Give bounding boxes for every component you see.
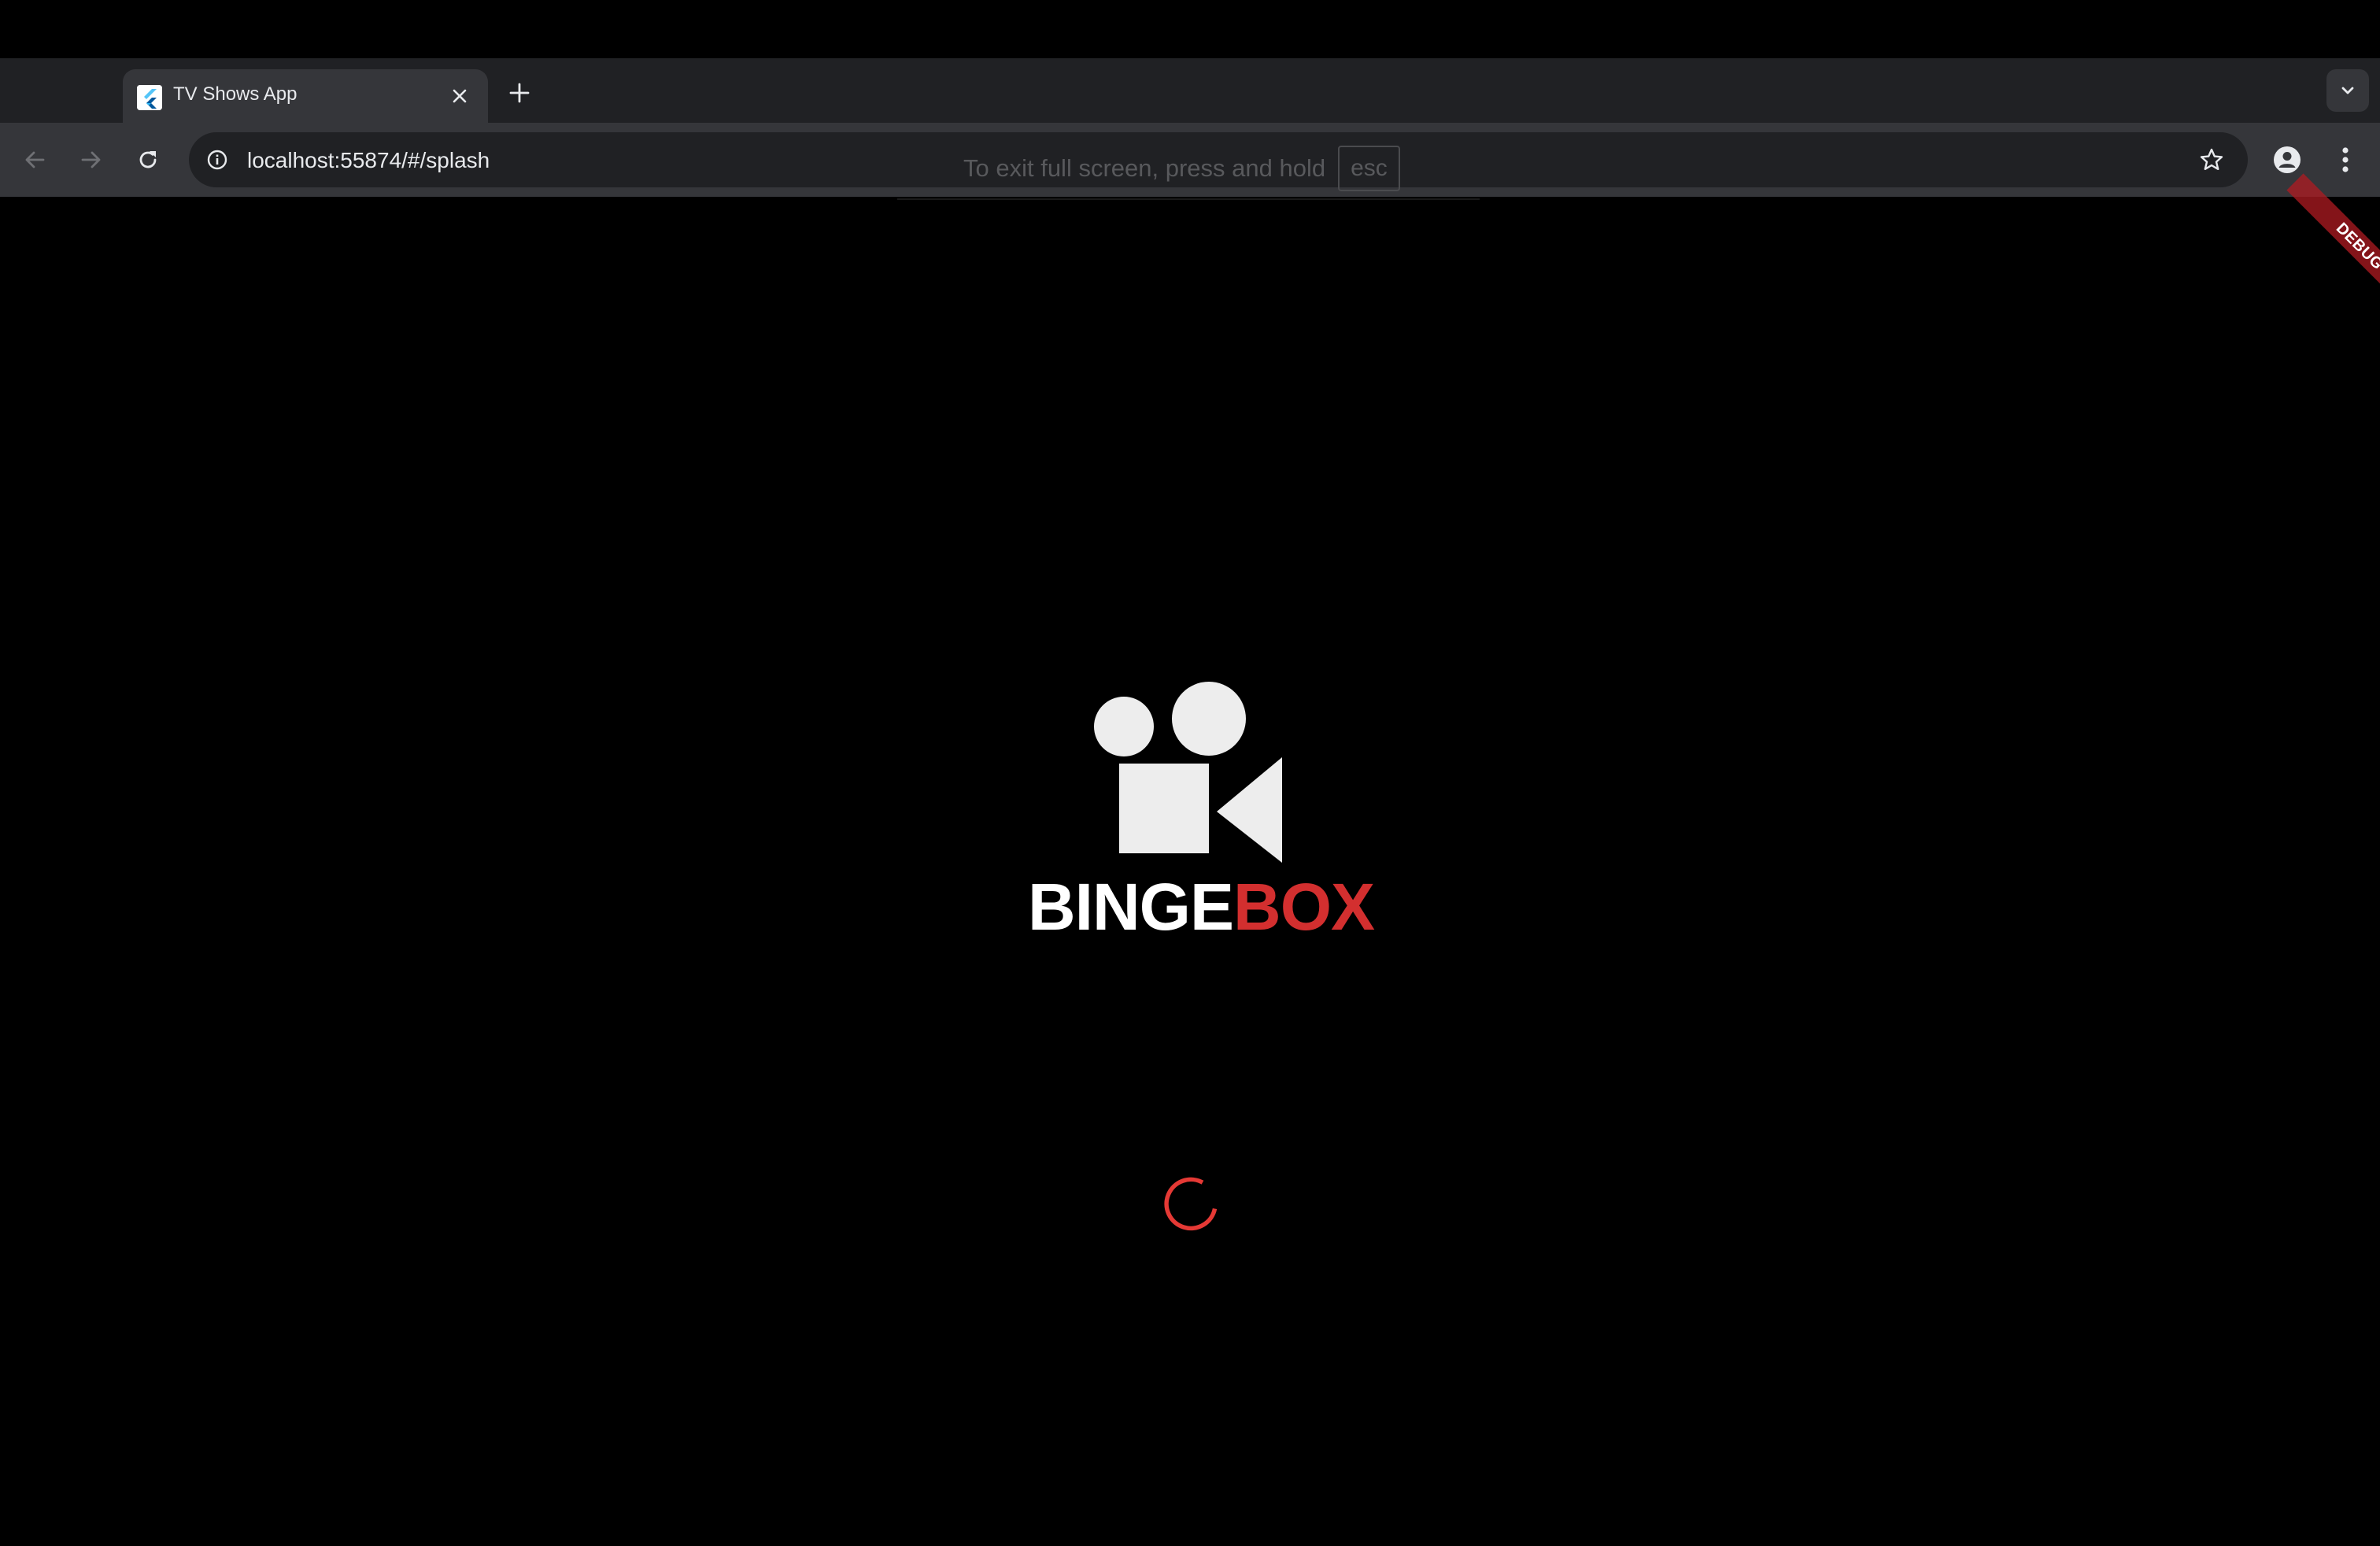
kebab-menu-icon[interactable] bbox=[2330, 141, 2361, 179]
info-icon[interactable] bbox=[203, 146, 231, 174]
person-icon[interactable] bbox=[2270, 142, 2304, 177]
fullscreen-hint-divider bbox=[897, 198, 1480, 200]
browser-tab[interactable]: TV Shows App bbox=[123, 69, 488, 124]
brand-part-box: BOX bbox=[1233, 870, 1375, 944]
brand-part-binge: BINGE bbox=[1028, 870, 1234, 944]
url-text: localhost:55874/#/splash bbox=[247, 148, 490, 172]
reload-icon[interactable] bbox=[129, 141, 167, 179]
arrow-left-icon[interactable] bbox=[16, 141, 54, 179]
tab-strip: TV Shows App bbox=[0, 58, 2380, 124]
plus-icon[interactable] bbox=[504, 77, 535, 109]
screen: TV Shows App localhost:55874/#/splash To… bbox=[0, 0, 2380, 1546]
fullscreen-exit-hint: To exit full screen, press and hold esc bbox=[963, 140, 1400, 197]
esc-key-badge: esc bbox=[1338, 146, 1400, 191]
chevron-down-icon[interactable] bbox=[2326, 69, 2369, 112]
loading-spinner bbox=[1159, 1171, 1223, 1236]
arrow-right-icon[interactable] bbox=[72, 141, 110, 179]
video-camera-icon bbox=[1094, 682, 1289, 864]
close-icon[interactable] bbox=[445, 82, 474, 110]
fullscreen-hint-text: To exit full screen, press and hold bbox=[963, 154, 1326, 182]
screen-top-bar bbox=[0, 0, 2380, 58]
tab-title: TV Shows App bbox=[173, 83, 298, 105]
app-brand-name: BINGEBOX bbox=[1028, 869, 1375, 948]
star-icon[interactable] bbox=[2196, 144, 2227, 176]
flutter-icon bbox=[137, 85, 162, 110]
